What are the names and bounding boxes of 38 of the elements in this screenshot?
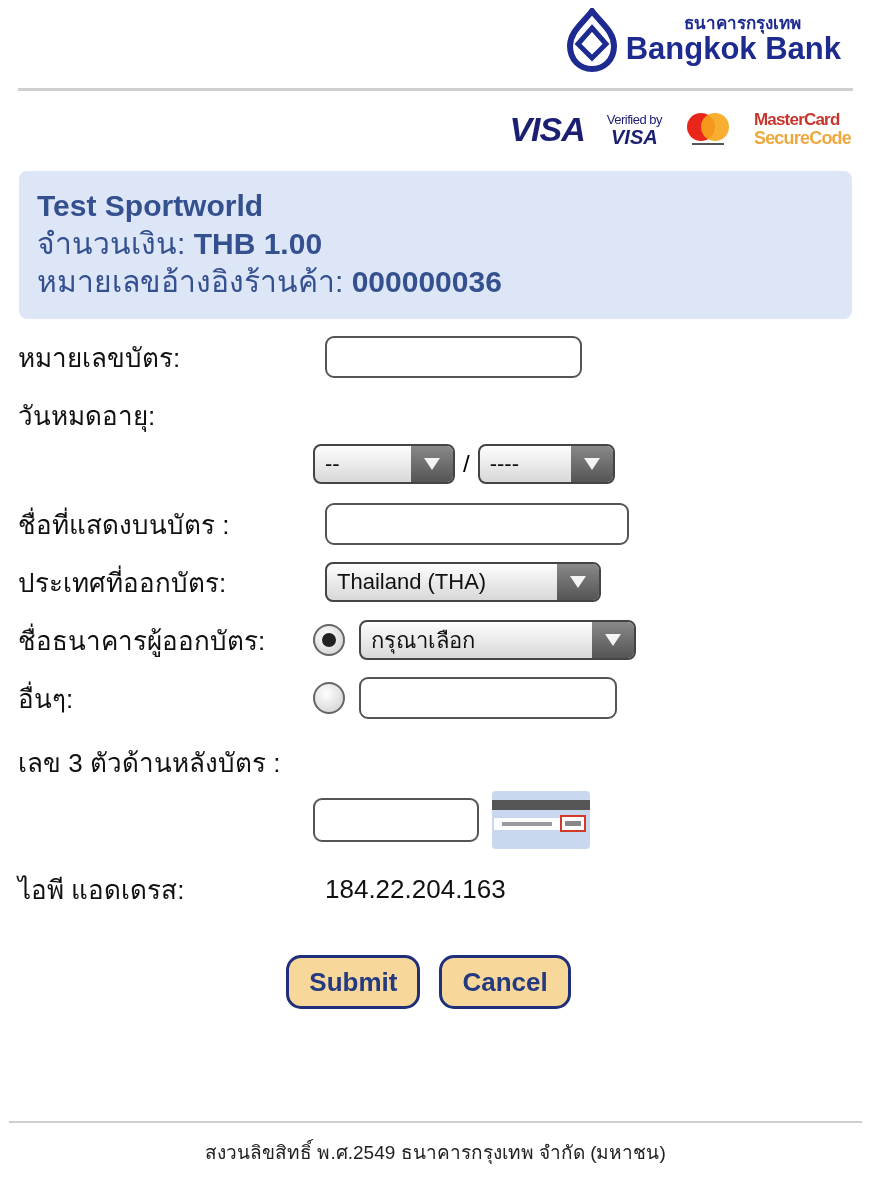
field-label: ชื่อธนาคารผู้ออกบัตร: — [18, 622, 267, 659]
dropdown-arrow-icon — [582, 457, 601, 471]
dropdown-arrow-icon — [569, 575, 587, 589]
country-select[interactable]: Thailand (THA) — [325, 562, 601, 602]
cvv-field[interactable] — [313, 798, 479, 842]
ip-address: 184.22.204.163 — [325, 873, 506, 905]
field-label: ประเทศที่ออกบัตร: — [18, 564, 228, 600]
dropdown-arrow-icon — [604, 633, 622, 647]
visa-logo: VISA — [611, 126, 658, 147]
field-label: ไอพี แอดเดรส: — [18, 873, 186, 907]
verified-by-caption: Verified by — [606, 111, 662, 127]
bank-name: Bangkok Bank — [625, 33, 841, 65]
field-label: อื่นๆ: — [18, 680, 75, 716]
date-separator: / — [463, 450, 470, 478]
field-label: ชื่อที่แสดงบนบัตร : — [18, 506, 231, 542]
bank-select[interactable]: กรุณาเลือก — [359, 620, 636, 660]
radio-button[interactable] — [313, 624, 345, 656]
radio-button[interactable] — [313, 682, 345, 714]
form-button[interactable]: Submit — [286, 955, 421, 1009]
card-number-field[interactable] — [325, 336, 582, 378]
securecode-wordmark: SecureCode — [753, 129, 851, 147]
field-label: หมายเลขบัตร: — [18, 341, 182, 375]
month-select[interactable]: -- — [313, 444, 455, 484]
card-back-icon — [492, 791, 590, 849]
form-button[interactable]: Cancel — [439, 955, 571, 1009]
visa-logo: VISA — [509, 109, 585, 149]
amount-text: จำนวนเงิน: THB 1.00 — [37, 226, 324, 262]
copyright-text: สงวนลิขสิทธิ์ พ.ศ.2549 ธนาคารกรุงเทพ จำกัด (มหาชน) — [0, 1123, 871, 1167]
bank-name-thai: ธนาคารกรุงเทพ — [683, 15, 802, 33]
mastercard-wordmark: MasterCard — [753, 111, 841, 129]
dropdown-arrow-icon — [423, 457, 441, 471]
name-on-card-field[interactable] — [325, 503, 629, 545]
field-label: เลข 3 ตัวด้านหลังบัตร : — [18, 747, 282, 780]
merchant-name: Test Sportworld — [37, 188, 265, 224]
year-select[interactable]: ---- — [477, 444, 615, 484]
reference-text: หมายเลขอ้างอิงร้านค้า: 000000036 — [37, 264, 503, 300]
field-label: วันหมดอายุ: — [18, 400, 157, 434]
other-bank-field[interactable] — [359, 677, 617, 719]
